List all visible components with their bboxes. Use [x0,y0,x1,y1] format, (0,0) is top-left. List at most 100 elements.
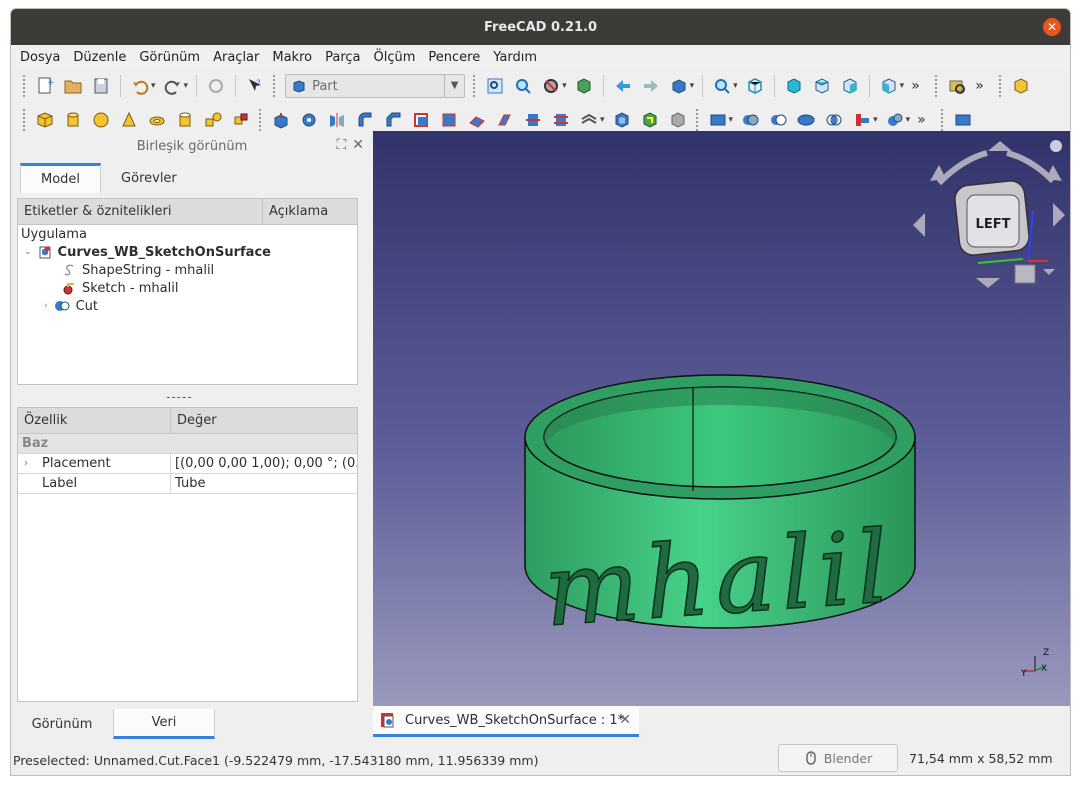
chamfer-icon[interactable] [382,109,404,131]
3d-viewport[interactable]: mhalil LEFT Z X Y [373,131,1071,706]
loft-icon[interactable] [466,109,488,131]
save-icon[interactable] [90,75,112,97]
property-column-name[interactable]: Özellik [18,408,171,433]
tree-item[interactable]: Sketch - mhalil [18,279,357,297]
fuse-icon[interactable] [795,109,817,131]
ruled-surface-icon[interactable] [438,109,460,131]
revolve-icon[interactable] [298,109,320,131]
send-to-python-icon[interactable] [668,75,690,97]
compound-icon[interactable] [707,109,729,131]
fit-selection-icon[interactable] [512,75,534,97]
rotate-right-arrow-icon[interactable] [1006,150,1056,184]
tab-model[interactable]: Model [20,163,102,193]
tree-column-description[interactable]: Açıklama [263,199,357,224]
arrow-left-icon[interactable] [913,213,925,237]
boolean-icon[interactable] [739,109,761,131]
cross-sections-icon[interactable] [550,109,572,131]
projection-icon[interactable] [639,109,661,131]
section-icon[interactable] [522,109,544,131]
toolbar-overflow-icon[interactable]: » [975,78,991,94]
fillet-icon[interactable] [354,109,376,131]
sphere-primitive-icon[interactable] [90,109,112,131]
3d-scene[interactable]: mhalil LEFT Z X Y [373,131,1071,706]
chevron-down-icon[interactable]: ⌄ [24,247,32,257]
measure-icon[interactable] [946,75,968,97]
toolbar-grip[interactable] [941,109,945,131]
navcube-menu-icon[interactable] [1050,140,1062,152]
toolbar-grip[interactable] [23,75,27,97]
new-document-icon[interactable]: + [34,75,56,97]
tab-data[interactable]: Veri [113,709,215,739]
open-folder-icon[interactable] [62,75,84,97]
tree-root[interactable]: Uygulama [18,225,357,243]
top-view-icon[interactable] [811,75,833,97]
toolbar-grip[interactable] [273,75,277,97]
toolbar-grip[interactable] [473,75,477,97]
mirror-icon[interactable] [326,109,348,131]
toolbar-grip[interactable] [935,75,939,97]
menu-help[interactable]: Yardım [493,50,537,65]
panel-splitter[interactable]: ----- [166,390,193,404]
tree-document[interactable]: ⌄ Curves_WB_SketchOnSurface [18,243,357,261]
tree-column-labels[interactable]: Etiketler & öznitelikleri [18,199,263,224]
fit-all-icon[interactable] [484,75,506,97]
menu-measure[interactable]: Ölçüm [374,50,416,65]
right-view-icon[interactable] [839,75,861,97]
workbench-selector[interactable]: Part ▼ [285,74,466,98]
menu-edit[interactable]: Düzenle [73,50,126,65]
thickness-icon[interactable] [611,109,633,131]
attachment-icon[interactable] [952,109,974,131]
offset-icon[interactable] [578,109,600,131]
back-arrow-icon[interactable] [612,75,634,97]
whats-this-icon[interactable]: ? [244,75,266,97]
menu-file[interactable]: Dosya [20,50,60,65]
tab-tasks[interactable]: Görevler [101,163,197,193]
redo-icon[interactable] [162,75,184,97]
navigation-style-button[interactable]: Blender [778,744,898,772]
make-face-icon[interactable] [410,109,432,131]
cut-icon[interactable] [767,109,789,131]
tree-item[interactable]: ShapeString - mhalil [18,261,357,279]
close-tab-icon[interactable]: ✕ [619,712,631,728]
box-primitive-icon[interactable] [34,109,56,131]
property-column-value[interactable]: Değer [171,408,357,433]
arrow-right-icon[interactable] [1053,203,1065,227]
sweep-icon[interactable] [494,109,516,131]
chevron-right-icon[interactable]: › [24,458,28,469]
tube-primitive-icon[interactable] [174,109,196,131]
menu-view[interactable]: Görünüm [139,50,200,65]
arrow-down-icon[interactable] [976,278,1000,288]
property-row-label[interactable]: Label Tube [18,474,357,494]
cylinder-primitive-icon[interactable] [62,109,84,131]
close-panel-icon[interactable]: ✕ [352,137,364,153]
undo-icon[interactable] [129,75,151,97]
bounding-box-icon[interactable] [573,75,595,97]
toolbar-overflow-icon[interactable]: » [917,112,933,128]
common-icon[interactable] [823,109,845,131]
toolbar-grip[interactable] [259,109,263,131]
isometric-view-icon[interactable] [744,75,766,97]
toolbar-overflow-icon[interactable]: » [911,78,927,94]
forward-arrow-icon[interactable] [640,75,662,97]
document-tab[interactable]: Curves_WB_SketchOnSurface : 1* ✕ [373,706,639,737]
property-row-placement[interactable]: › Placement [(0,00 0,00 1,00); 0,00 °; (… [18,454,357,474]
torus-primitive-icon[interactable] [146,109,168,131]
arrow-up-icon[interactable] [988,141,1012,151]
menu-window[interactable]: Pencere [428,50,480,65]
tab-view[interactable]: Görünüm [11,709,113,739]
toolbar-grip[interactable] [23,109,27,131]
float-panel-icon[interactable]: ⛶ [336,137,346,153]
menu-tools[interactable]: Araçlar [213,50,259,65]
toolbar-grip[interactable] [695,109,700,131]
menu-macro[interactable]: Makro [272,50,312,65]
window-close-button[interactable]: ✕ [1043,18,1061,36]
cone-primitive-icon[interactable] [118,109,140,131]
tree-item[interactable]: › Cut [18,297,357,315]
toolbar-grip[interactable] [999,75,1003,97]
split-icon[interactable] [884,109,906,131]
refresh-icon[interactable] [205,75,227,97]
zoom-icon[interactable] [711,75,733,97]
navigation-cube[interactable]: LEFT [913,140,1065,288]
shape-builder-icon[interactable] [230,109,252,131]
front-view-icon[interactable] [783,75,805,97]
